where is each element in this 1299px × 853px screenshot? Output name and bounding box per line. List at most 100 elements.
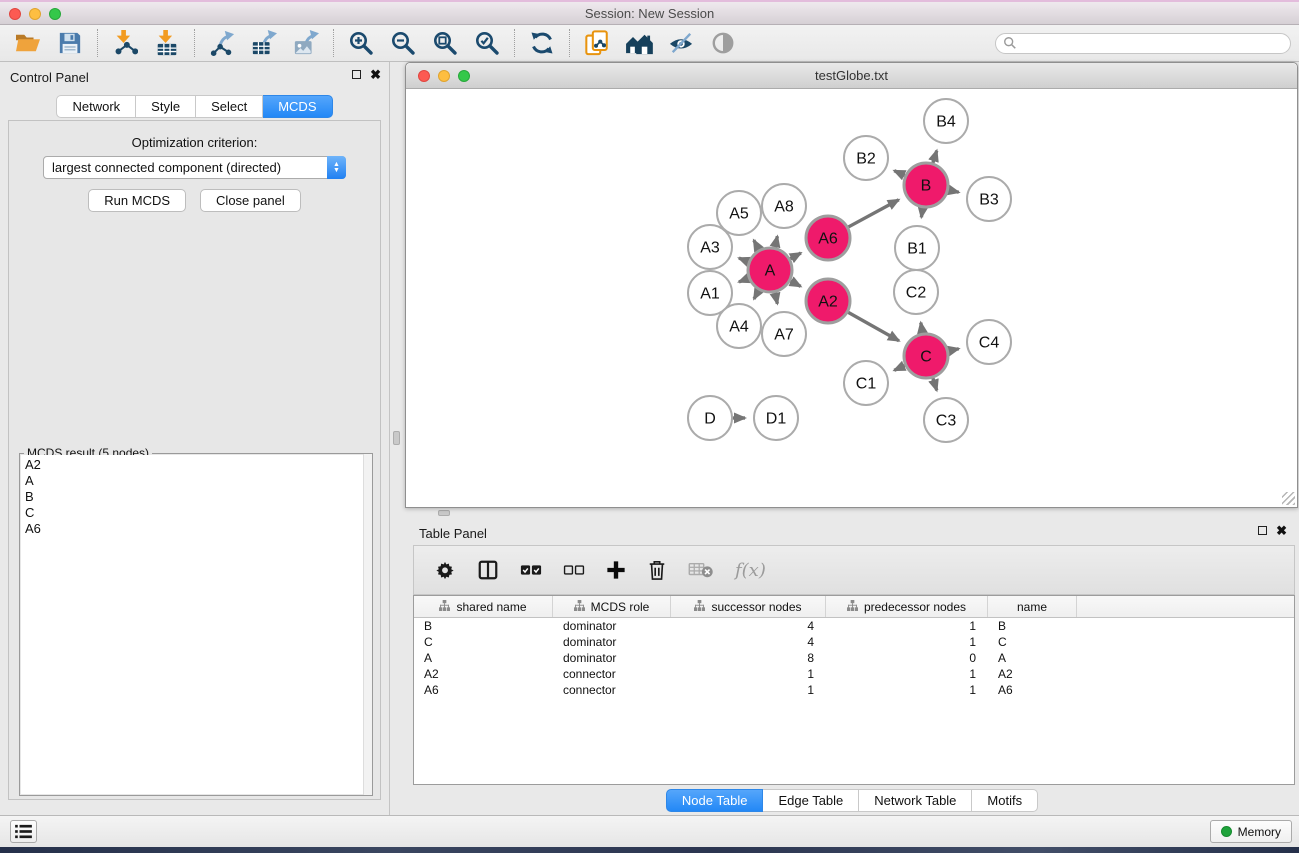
table-cell[interactable]: A2 — [988, 666, 1077, 682]
tab-style[interactable]: Style — [136, 95, 196, 118]
column-header-MCDS-role[interactable]: MCDS role — [553, 596, 671, 617]
table-settings-icon[interactable] — [434, 559, 456, 581]
table-cell[interactable]: 1 — [826, 666, 988, 682]
function-builder-icon[interactable]: f(x) — [735, 560, 766, 581]
float-table-panel-icon[interactable] — [1258, 526, 1267, 535]
graph-edge-A-A7[interactable] — [775, 292, 777, 303]
zoom-in-icon[interactable] — [347, 29, 375, 57]
graph-edge-B-B2[interactable] — [894, 171, 905, 176]
table-cell[interactable]: A — [414, 650, 553, 666]
window-resize-grip[interactable] — [1282, 492, 1295, 505]
zoom-out-icon[interactable] — [389, 29, 417, 57]
horizontal-splitter-handle[interactable] — [438, 510, 450, 516]
table-cell[interactable]: dominator — [553, 650, 671, 666]
table-tab-motifs[interactable]: Motifs — [972, 789, 1038, 812]
table-tab-edge-table[interactable]: Edge Table — [763, 789, 859, 812]
graph-edge-A-A2[interactable] — [790, 281, 800, 287]
table-cell[interactable]: dominator — [553, 634, 671, 650]
apply-layout-icon[interactable] — [528, 29, 556, 57]
mcds-result-list[interactable]: A2ABCA6 — [21, 455, 371, 794]
table-cell[interactable]: B — [414, 618, 553, 634]
table-cell[interactable]: 4 — [671, 618, 826, 634]
import-network-icon[interactable] — [111, 29, 139, 57]
export-network-icon[interactable] — [208, 29, 236, 57]
column-header-shared-name[interactable]: shared name — [414, 596, 553, 617]
mcds-result-item[interactable]: A6 — [21, 521, 371, 537]
task-history-button[interactable] — [10, 820, 37, 843]
graph-edge-C-C3[interactable] — [933, 378, 937, 390]
graph-edge-A2-C[interactable] — [848, 312, 899, 341]
close-panel-icon[interactable]: ✖ — [370, 70, 381, 79]
graph-edge-C-C2[interactable] — [921, 323, 923, 334]
zoom-fit-icon[interactable] — [431, 29, 459, 57]
zoom-window-button[interactable] — [49, 8, 61, 20]
save-session-icon[interactable] — [56, 29, 84, 57]
export-table-icon[interactable] — [250, 29, 278, 57]
open-session-icon[interactable] — [14, 29, 42, 57]
mcds-result-scrollbar[interactable] — [363, 454, 372, 795]
close-panel-button[interactable]: Close panel — [200, 189, 301, 212]
graph-edge-A-A1[interactable] — [739, 278, 749, 282]
table-cell[interactable]: A6 — [988, 682, 1077, 698]
memory-button[interactable]: Memory — [1210, 820, 1292, 843]
table-row[interactable]: A2connector11A2 — [414, 666, 1294, 682]
graph-edge-A-A5[interactable] — [754, 240, 759, 250]
delete-table-icon[interactable] — [688, 561, 714, 579]
graph-edge-B-B1[interactable] — [921, 208, 922, 218]
table-cell[interactable]: 1 — [826, 634, 988, 650]
column-layout-icon[interactable] — [477, 559, 499, 581]
tab-select[interactable]: Select — [196, 95, 263, 118]
close-window-button[interactable] — [9, 8, 21, 20]
show-all-icon[interactable] — [709, 29, 737, 57]
mcds-result-item[interactable]: A — [21, 473, 371, 489]
table-cell[interactable]: 1 — [671, 666, 826, 682]
table-cell[interactable]: 1 — [671, 682, 826, 698]
mcds-result-item[interactable]: B — [21, 489, 371, 505]
deselect-all-rows-icon[interactable] — [563, 563, 585, 577]
network-window-titlebar[interactable]: testGlobe.txt — [406, 63, 1297, 89]
column-header-name[interactable]: name — [988, 596, 1077, 617]
network-zoom-button[interactable] — [458, 70, 470, 82]
run-mcds-button[interactable]: Run MCDS — [88, 189, 186, 212]
table-cell[interactable]: A6 — [414, 682, 553, 698]
zoom-selected-icon[interactable] — [473, 29, 501, 57]
table-cell[interactable]: 8 — [671, 650, 826, 666]
table-cell[interactable]: C — [414, 634, 553, 650]
table-cell[interactable]: B — [988, 618, 1077, 634]
optimization-criterion-dropdown[interactable]: largest connected component (directed) ▲… — [43, 156, 346, 179]
table-tab-node-table[interactable]: Node Table — [666, 789, 764, 812]
select-all-rows-icon[interactable] — [520, 563, 542, 577]
graph-edge-A-A3[interactable] — [739, 258, 749, 262]
column-header-predecessor-nodes[interactable]: predecessor nodes — [826, 596, 988, 617]
table-cell[interactable]: 0 — [826, 650, 988, 666]
graph-edge-A-A6[interactable] — [790, 253, 801, 259]
graph-edge-A-A4[interactable] — [754, 290, 759, 299]
first-neighbors-icon[interactable] — [625, 29, 653, 57]
table-row[interactable]: Adominator80A — [414, 650, 1294, 666]
table-cell[interactable]: A — [988, 650, 1077, 666]
add-column-icon[interactable] — [606, 560, 626, 580]
mcds-result-item[interactable]: A2 — [21, 457, 371, 473]
hide-selected-icon[interactable] — [667, 29, 695, 57]
table-tab-network-table[interactable]: Network Table — [859, 789, 972, 812]
graph-edge-A-A8[interactable] — [775, 236, 777, 247]
tab-mcds[interactable]: MCDS — [263, 95, 332, 118]
float-panel-icon[interactable] — [352, 70, 361, 79]
search-input[interactable] — [995, 33, 1291, 54]
mcds-result-item[interactable]: C — [21, 505, 371, 521]
tab-network[interactable]: Network — [56, 95, 136, 118]
graph-edge-B-B4[interactable] — [933, 151, 937, 163]
vertical-splitter-handle[interactable] — [393, 431, 400, 445]
table-cell[interactable]: connector — [553, 682, 671, 698]
table-cell[interactable]: dominator — [553, 618, 671, 634]
table-row[interactable]: Bdominator41B — [414, 618, 1294, 634]
delete-column-icon[interactable] — [647, 559, 667, 581]
import-table-icon[interactable] — [153, 29, 181, 57]
minimize-window-button[interactable] — [29, 8, 41, 20]
table-cell[interactable]: connector — [553, 666, 671, 682]
network-canvas[interactable]: B4B2BB3A8A5A6B1A3AA1C2A2A4A7C4CC1C3DD1 — [406, 89, 1297, 507]
graph-edge-C-C4[interactable] — [948, 349, 958, 351]
export-image-icon[interactable] — [292, 29, 320, 57]
duplicate-network-icon[interactable] — [583, 29, 611, 57]
table-row[interactable]: Cdominator41C — [414, 634, 1294, 650]
